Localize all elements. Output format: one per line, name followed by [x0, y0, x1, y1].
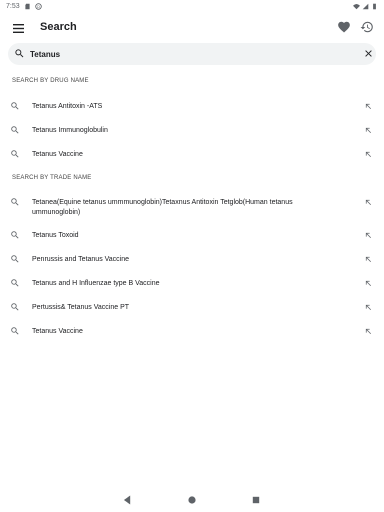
back-icon[interactable] — [123, 495, 132, 505]
trade-result-row[interactable]: Tetanus Vaccine — [0, 326, 384, 350]
trade-result-row[interactable]: Tetanus Toxoid — [0, 230, 384, 254]
arrow-up-left-icon[interactable] — [364, 198, 373, 207]
result-label: Tetanus Toxoid — [32, 232, 79, 239]
arrow-up-left-icon[interactable] — [364, 102, 373, 111]
notification-icon: D — [34, 2, 42, 10]
search-icon — [11, 102, 19, 110]
result-label: Tetanus Vaccine — [32, 151, 83, 158]
battery-icon — [373, 3, 376, 9]
search-icon — [11, 126, 19, 134]
result-label: Tetanea(Equine tetanus ummmunoglobin)Tet… — [32, 199, 293, 216]
menu-icon — [12, 23, 24, 33]
status-time: 7:53 — [6, 2, 20, 10]
sd-card-icon — [25, 3, 30, 9]
arrow-up-left-icon[interactable] — [364, 255, 373, 264]
search-icon — [11, 303, 19, 311]
status-right — [353, 3, 378, 10]
arrow-up-left-icon[interactable] — [364, 279, 373, 288]
status-bar: 7:53 D — [0, 0, 384, 12]
heart-icon[interactable] — [337, 20, 351, 34]
history-icon[interactable] — [360, 20, 374, 34]
search-input[interactable] — [30, 46, 350, 62]
trade-result-row[interactable]: Penrussis and Tetanus Vaccine — [0, 254, 384, 278]
wifi-icon — [353, 3, 360, 9]
search-icon — [11, 255, 19, 263]
result-label: Tetanus Vaccine — [32, 328, 83, 335]
search-icon — [15, 49, 24, 58]
search-bar — [8, 43, 376, 65]
page-title: Search — [40, 21, 77, 33]
trade-result-row[interactable]: Tetanus and H Influenzae type B Vaccine — [0, 278, 384, 302]
arrow-up-left-icon[interactable] — [364, 327, 373, 336]
result-label: Pertussis& Tetanus Vaccine PT — [32, 304, 130, 311]
recents-icon[interactable] — [252, 496, 260, 504]
search-icon — [11, 327, 19, 335]
result-label: Tetanus Immunoglobulin — [32, 127, 108, 134]
trade-result-row[interactable]: Tetanea(Equine tetanus ummmunoglobin)Tet… — [0, 197, 384, 227]
drug-result-row[interactable]: Tetanus Immunoglobulin — [0, 125, 384, 149]
search-icon — [11, 150, 19, 158]
drug-result-row[interactable]: Tetanus Vaccine — [0, 149, 384, 173]
close-icon[interactable] — [363, 48, 374, 59]
arrow-up-left-icon[interactable] — [364, 126, 373, 135]
status-left: 7:53 D — [6, 3, 42, 10]
search-icon — [11, 198, 19, 206]
search-icon — [11, 279, 19, 287]
arrow-up-left-icon[interactable] — [364, 150, 373, 159]
result-label: Tetanus and H Influenzae type B Vaccine — [32, 280, 160, 287]
home-icon[interactable] — [188, 496, 196, 504]
search-icon — [11, 231, 19, 239]
drug-result-row[interactable]: Tetanus Antitoxin -ATS — [0, 101, 384, 125]
arrow-up-left-icon[interactable] — [364, 303, 373, 312]
trade-result-row[interactable]: Pertussis& Tetanus Vaccine PT — [0, 302, 384, 326]
section-header-drug-name: SEARCH BY DRUG NAME — [12, 78, 89, 84]
arrow-up-left-icon[interactable] — [364, 231, 373, 240]
section-header-trade-name: SEARCH BY TRADE NAME — [12, 175, 92, 181]
app-bar: Search — [0, 14, 384, 42]
result-label: Tetanus Antitoxin -ATS — [32, 103, 103, 110]
menu-button[interactable] — [10, 20, 26, 36]
system-nav-bar — [0, 490, 384, 512]
svg-text:D: D — [37, 4, 40, 8]
signal-icon — [362, 3, 369, 9]
result-label: Penrussis and Tetanus Vaccine — [32, 256, 130, 263]
